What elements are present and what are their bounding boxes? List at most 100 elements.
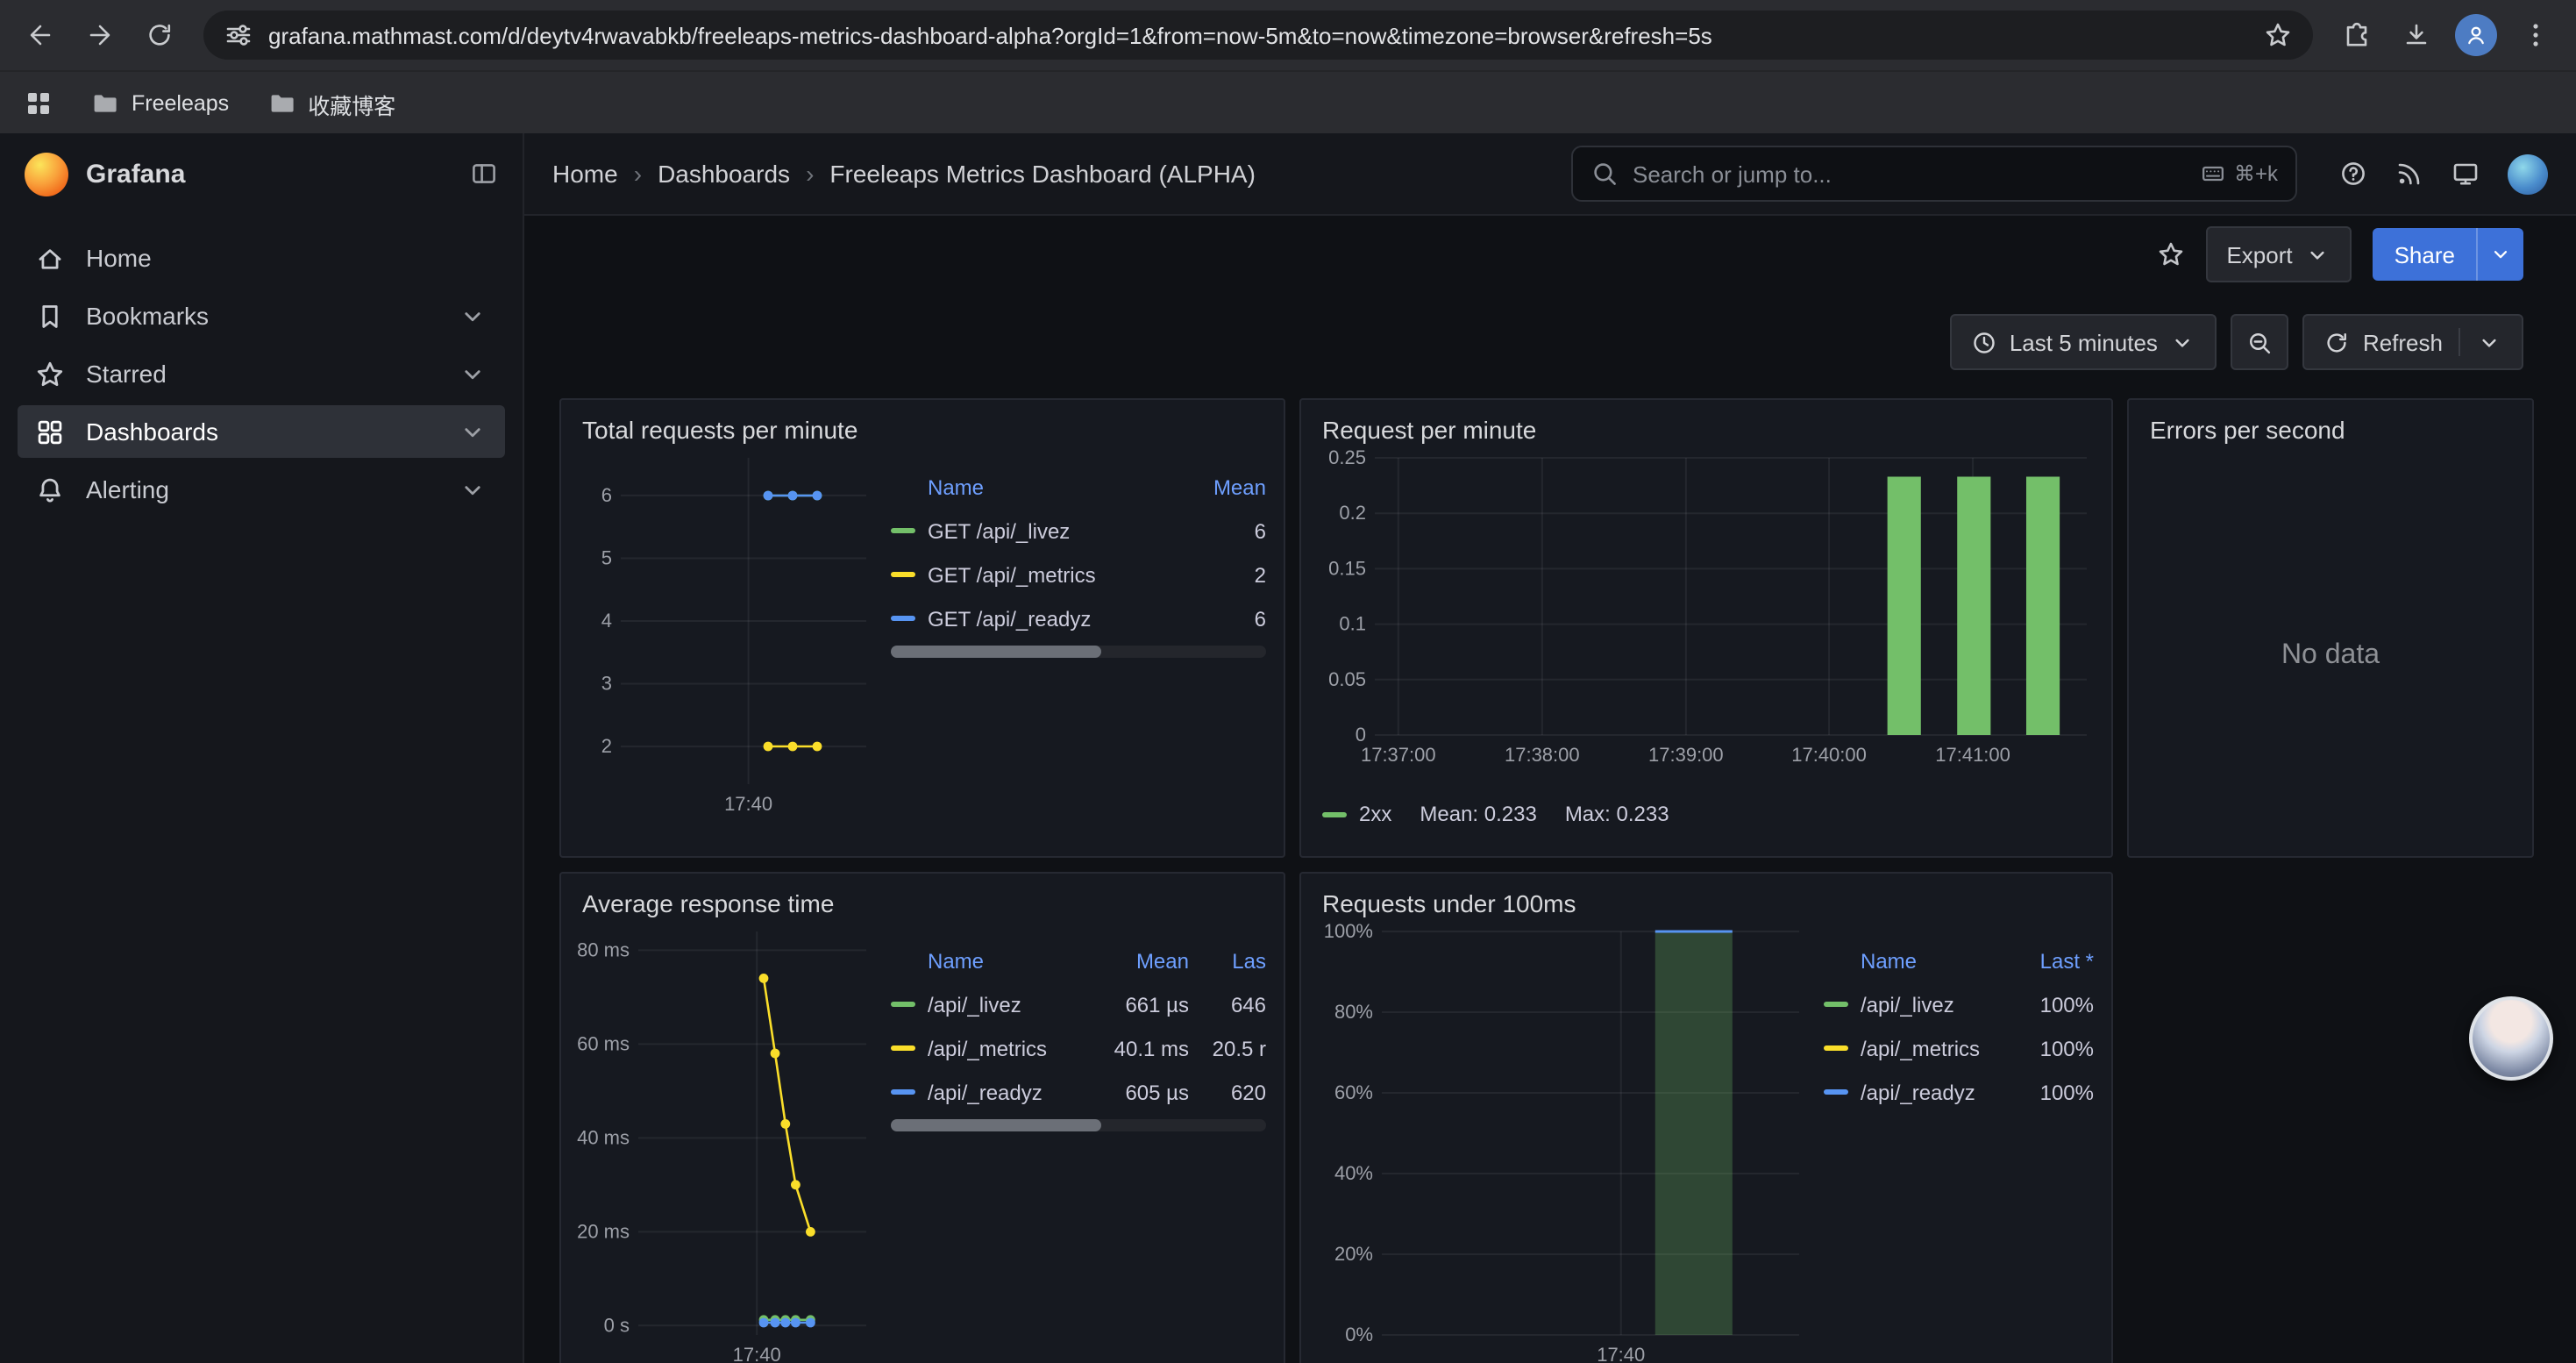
legend-row[interactable]: /api/_readyz 100% [1824,1070,2094,1114]
legend-col[interactable]: Mean [1098,948,1189,973]
time-controls: Last 5 minutes Refresh [559,314,2523,370]
keyboard-icon [2201,161,2225,186]
time-range-picker[interactable]: Last 5 minutes [1950,314,2217,370]
legend-series-name[interactable]: /api/_metrics [891,1036,1080,1060]
chevron-down-icon [2476,329,2502,355]
chevron-down-icon[interactable] [2476,228,2523,281]
favorite-button[interactable] [2156,240,2184,268]
sidebar-item-starred[interactable]: Starred [18,347,505,400]
user-avatar[interactable] [2508,153,2548,194]
chevron-down-icon[interactable] [458,475,487,504]
legend-series-name[interactable]: 2xx [1359,802,1391,826]
refresh-button[interactable]: Refresh [2303,314,2523,370]
legend-series-name[interactable]: /api/_livez [891,992,1080,1017]
svg-text:17:40: 17:40 [733,1344,781,1363]
extensions-button[interactable] [2330,9,2383,61]
legend-row[interactable]: /api/_metrics100% [1824,1026,2094,1070]
panel-title[interactable]: Errors per second [2129,400,2532,444]
scrollbar-thumb[interactable] [891,1119,1101,1131]
panel-title[interactable]: Average response time [561,874,1284,917]
sidebar-item-dashboards[interactable]: Dashboards [18,405,505,458]
legend-series-name[interactable]: /api/_metrics [1824,1036,1999,1060]
bookmark-star-icon[interactable] [2264,21,2292,49]
tune-icon [224,21,253,49]
kiosk-button[interactable] [2451,160,2480,188]
legend-col-name[interactable]: Name [891,948,1080,973]
legend-row[interactable]: /api/_readyz605 µs620 [891,1070,1266,1114]
bookmark-folder[interactable]: Freeleaps [91,87,229,120]
apps-grid-button[interactable] [25,89,53,118]
grafana-header: Home›Dashboards›Freeleaps Metrics Dashbo… [524,133,2576,216]
panel-title[interactable]: Total requests per minute [561,400,1284,444]
panel-title[interactable]: Request per minute [1301,400,2111,444]
sidebar-item-bookmarks[interactable]: Bookmarks [18,289,505,342]
chevron-down-icon [2305,241,2331,268]
downloads-button[interactable] [2390,9,2443,61]
legend-value: 100% [2017,1080,2094,1104]
legend-series-name[interactable]: /api/_readyz [1824,1080,1999,1104]
address-bar[interactable]: grafana.mathmast.com/d/deytv4rwavabkb/fr… [203,11,2313,60]
sidebar-collapse-button[interactable] [470,160,498,188]
chevron-down-icon[interactable] [458,417,487,446]
export-button[interactable]: Export [2205,226,2352,282]
legend-row[interactable]: /api/_metrics40.1 ms20.5 r [891,1026,1266,1070]
legend-col[interactable]: Las [1206,948,1266,973]
legend-col-name[interactable]: Name [891,475,1164,499]
legend-scrollbar[interactable] [891,646,1266,658]
refresh-icon [2324,329,2351,355]
back-button[interactable] [14,9,67,61]
legend-row[interactable]: /api/_livez661 µs646 [891,982,1266,1026]
grafana-logo-icon[interactable] [25,152,68,196]
legend-series-name[interactable]: /api/_readyz [891,1080,1080,1104]
news-button[interactable] [2395,160,2423,188]
legend-row[interactable]: GET /api/_livez6 [891,509,1266,553]
chart[interactable]: 100%80%60%40%20%0%17:40 [1315,917,1810,1363]
sidebar-item-label: Bookmarks [86,302,437,330]
zoom-out-button[interactable] [2231,314,2289,370]
legend-col[interactable]: Mean [1182,475,1266,499]
sidebar-item-home[interactable]: Home [18,232,505,284]
panel-errors-per-second: Errors per secondNo data [2127,398,2534,858]
legend-row[interactable]: /api/_livez100% [1824,982,2094,1026]
legend-series-name[interactable]: GET /api/_metrics [891,562,1164,587]
chevron-down-icon[interactable] [458,359,487,389]
search-input[interactable]: Search or jump to... ⌘+k [1571,146,2297,202]
breadcrumb-item[interactable]: Home [552,160,618,188]
legend-scrollbar[interactable] [891,1119,1266,1131]
series-color-icon [1824,1045,1848,1051]
share-button[interactable]: Share [2373,228,2523,281]
floating-assistant-avatar[interactable] [2469,996,2553,1081]
breadcrumb-item[interactable]: Dashboards [658,160,790,188]
panel-title[interactable]: Requests under 100ms [1301,874,2111,917]
chart[interactable]: 0.250.20.150.10.05017:37:0017:38:0017:39… [1315,444,2097,770]
svg-text:0.05: 0.05 [1328,668,1366,690]
profile-button[interactable] [2450,9,2502,61]
chart[interactable]: 6543217:40 [575,444,877,819]
legend-value: 6 [1182,606,1266,631]
legend-series-name[interactable]: /api/_livez [1824,992,1999,1017]
breadcrumb-item[interactable]: Freeleaps Metrics Dashboard (ALPHA) [829,160,1256,188]
panel-legend-inline: 2xxMean: 0.233Max: 0.233 [1301,781,2111,826]
legend-row[interactable]: GET /api/_metrics2 [891,553,1266,596]
chevron-down-icon[interactable] [458,301,487,331]
bookmark-folder[interactable]: 收藏博客 [267,87,395,120]
sidebar-item-alerting[interactable]: Alerting [18,463,505,516]
help-button[interactable] [2339,160,2367,188]
reload-button[interactable] [133,9,186,61]
legend-series-name[interactable]: GET /api/_livez [891,518,1164,543]
url-text: grafana.mathmast.com/d/deytv4rwavabkb/fr… [268,22,2248,48]
legend-col[interactable]: Last * [2017,948,2094,973]
sidebar-item-label: Home [86,244,487,272]
chart[interactable]: 80 ms60 ms40 ms20 ms0 s17:40 [575,917,877,1363]
legend-series-name[interactable]: GET /api/_readyz [891,606,1164,631]
site-settings-icon[interactable] [224,21,253,49]
legend-row[interactable]: GET /api/_readyz 6 [891,596,1266,640]
forward-button[interactable] [74,9,126,61]
puzzle-icon [2343,21,2371,49]
svg-text:0%: 0% [1345,1324,1373,1345]
scrollbar-thumb[interactable] [891,646,1101,658]
panel-body: 100%80%60%40%20%0%17:40 Name Last * /api/_l… [1301,917,2111,1363]
browser-menu-button[interactable] [2509,9,2562,61]
series-color-icon [891,1045,915,1051]
legend-col-name[interactable]: Name [1824,948,1999,973]
